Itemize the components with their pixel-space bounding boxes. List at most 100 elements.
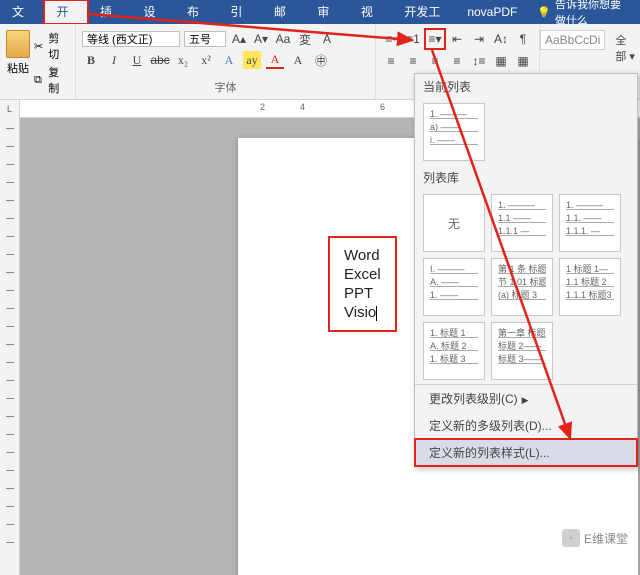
- list-preview-line: 1 标题 1―: [566, 264, 614, 274]
- underline-button[interactable]: U: [128, 51, 146, 69]
- cut-label: 剪切: [48, 30, 69, 62]
- multilevel-list-dropdown: 当前列表 1. ――― a) ―― i. ―― 列表库 无1. ――― 1.1 …: [414, 73, 638, 467]
- tab-design[interactable]: 设计: [131, 0, 174, 24]
- paste-label: 粘贴: [7, 60, 29, 76]
- list-preview-line: 1. ―――: [566, 200, 614, 210]
- copy-button[interactable]: ⧉复制: [34, 64, 69, 96]
- multilevel-list-button[interactable]: ≡▾: [426, 30, 444, 48]
- list-preview-line: 第 1 条 标题: [498, 264, 546, 274]
- list-preview-line: 1. ―――: [430, 109, 478, 119]
- dd-library-label: 列表库: [415, 165, 637, 190]
- list-preview-line: I. ―――: [430, 264, 478, 274]
- tab-review[interactable]: 审阅: [305, 0, 348, 24]
- vertical-ruler[interactable]: [0, 118, 20, 575]
- list-library-item[interactable]: 1 标题 1― 1.1 标题 2 1.1.1 标题3: [559, 258, 621, 316]
- decrease-indent-button[interactable]: ⇤: [448, 30, 466, 48]
- list-library-item[interactable]: 第 1 条 标题 节 1.01 标题 (a) 标题 3: [491, 258, 553, 316]
- shrink-font-button[interactable]: A▾: [252, 30, 270, 48]
- style-normal[interactable]: AaBbCcDi: [540, 30, 605, 50]
- define-multilevel-list-menu[interactable]: 定义新的多级列表(D)...: [415, 412, 637, 439]
- char-shading-button[interactable]: A: [289, 51, 307, 69]
- list-preview-line: 1.1 标题 2: [566, 277, 614, 287]
- font-color-button[interactable]: A: [266, 51, 284, 69]
- tab-layout[interactable]: 布局: [175, 0, 218, 24]
- tab-references[interactable]: 引用: [218, 0, 261, 24]
- tab-view[interactable]: 视图: [349, 0, 392, 24]
- align-left-button[interactable]: ≡: [382, 52, 400, 70]
- watermark-label: E维课堂: [584, 530, 628, 547]
- font-size-combo[interactable]: [184, 31, 226, 47]
- enclose-char-button[interactable]: ㊥: [312, 51, 330, 69]
- text-cursor: [376, 306, 377, 321]
- line-spacing-button[interactable]: ↕≡: [470, 52, 488, 70]
- list-current-item[interactable]: 1. ――― a) ―― i. ――: [423, 103, 485, 161]
- phonetic-guide-button[interactable]: 変: [296, 30, 314, 48]
- paste-icon: [6, 30, 30, 58]
- numbering-button[interactable]: ≡1: [404, 30, 422, 48]
- bullets-button[interactable]: ≡•: [382, 30, 400, 48]
- wechat-icon: ◦: [562, 529, 580, 547]
- change-list-level-menu[interactable]: 更改列表级别(C)▶: [415, 385, 637, 412]
- doc-line: Excel: [344, 265, 381, 284]
- list-none-item[interactable]: 无: [423, 194, 485, 252]
- list-library-item[interactable]: 第一章 标题 标题 2―― 标题 3――: [491, 322, 553, 380]
- define-new-list-style-menu[interactable]: 定义新的列表样式(L)...: [415, 439, 637, 466]
- scissors-icon: ✂: [34, 40, 45, 52]
- list-preview-line: A. ――: [430, 277, 478, 287]
- subscript-button[interactable]: x₂: [174, 51, 192, 69]
- align-right-button[interactable]: ≡: [426, 52, 444, 70]
- list-preview-line: 1. 标题 1: [430, 328, 478, 338]
- lightbulb-icon: 💡: [537, 6, 551, 19]
- tab-home[interactable]: 开始: [44, 0, 87, 24]
- highlight-button[interactable]: ay: [243, 51, 261, 69]
- list-preview-line: 1.1. ――: [566, 213, 614, 223]
- chevron-right-icon: ▶: [522, 395, 529, 405]
- list-library-item[interactable]: 1. 标题 1 A. 标题 2 1. 标题 3: [423, 322, 485, 380]
- strikethrough-button[interactable]: abc: [151, 51, 169, 69]
- tab-developer[interactable]: 开发工具: [392, 0, 455, 24]
- italic-button[interactable]: I: [105, 51, 123, 69]
- list-preview-line: i. ――: [430, 135, 478, 145]
- sort-button[interactable]: A↕: [492, 30, 510, 48]
- list-preview-line: a) ――: [430, 122, 478, 132]
- char-border-button[interactable]: A: [318, 30, 336, 48]
- list-preview-line: 标题 3――: [498, 354, 546, 364]
- ruler-tick: 4: [300, 102, 305, 112]
- grow-font-button[interactable]: A▴: [230, 30, 248, 48]
- doc-line: PPT: [344, 284, 381, 303]
- list-preview-line: 1.1.1. ―: [566, 226, 614, 236]
- list-preview-line: 1.1 ――: [498, 213, 546, 223]
- document-content[interactable]: Word Excel PPT Visio: [330, 238, 395, 330]
- shading-button[interactable]: ▦: [492, 52, 510, 70]
- show-marks-button[interactable]: ¶: [514, 30, 532, 48]
- list-library-item[interactable]: I. ――― A. ―― 1. ――: [423, 258, 485, 316]
- cut-button[interactable]: ✂剪切: [34, 30, 69, 62]
- tab-novapdf[interactable]: novaPDF: [455, 0, 529, 24]
- list-preview-line: 标题 2――: [498, 341, 546, 351]
- tab-file[interactable]: 文件: [0, 0, 44, 24]
- bold-button[interactable]: B: [82, 51, 100, 69]
- list-preview-line: 第一章 标题: [498, 328, 546, 338]
- text-effects-button[interactable]: A: [220, 51, 238, 69]
- list-preview-line: 节 1.01 标题: [498, 277, 546, 287]
- superscript-button[interactable]: x²: [197, 51, 215, 69]
- tab-insert[interactable]: 插入: [88, 0, 131, 24]
- font-group-label: 字体: [82, 79, 369, 97]
- increase-indent-button[interactable]: ⇥: [470, 30, 488, 48]
- list-library-item[interactable]: 1. ――― 1.1 ―― 1.1.1 ―: [491, 194, 553, 252]
- font-name-combo[interactable]: [82, 31, 180, 47]
- list-library-item[interactable]: 1. ――― 1.1. ―― 1.1.1. ―: [559, 194, 621, 252]
- tab-mailings[interactable]: 邮件: [262, 0, 305, 24]
- list-preview-line: A. 标题 2: [430, 341, 478, 351]
- list-preview-line: 1. ―――: [498, 200, 546, 210]
- ruler-corner: L: [0, 100, 20, 118]
- dd-current-label: 当前列表: [415, 74, 637, 99]
- styles-all-dropdown[interactable]: 全部 ▾: [611, 30, 640, 66]
- borders-button[interactable]: ▦: [514, 52, 532, 70]
- list-preview-line: 1.1.1 ―: [498, 226, 546, 236]
- change-case-button[interactable]: Aa: [274, 30, 292, 48]
- align-center-button[interactable]: ≡: [404, 52, 422, 70]
- copy-icon: ⧉: [34, 74, 45, 86]
- justify-button[interactable]: ≡: [448, 52, 466, 70]
- doc-line: Word: [344, 246, 381, 265]
